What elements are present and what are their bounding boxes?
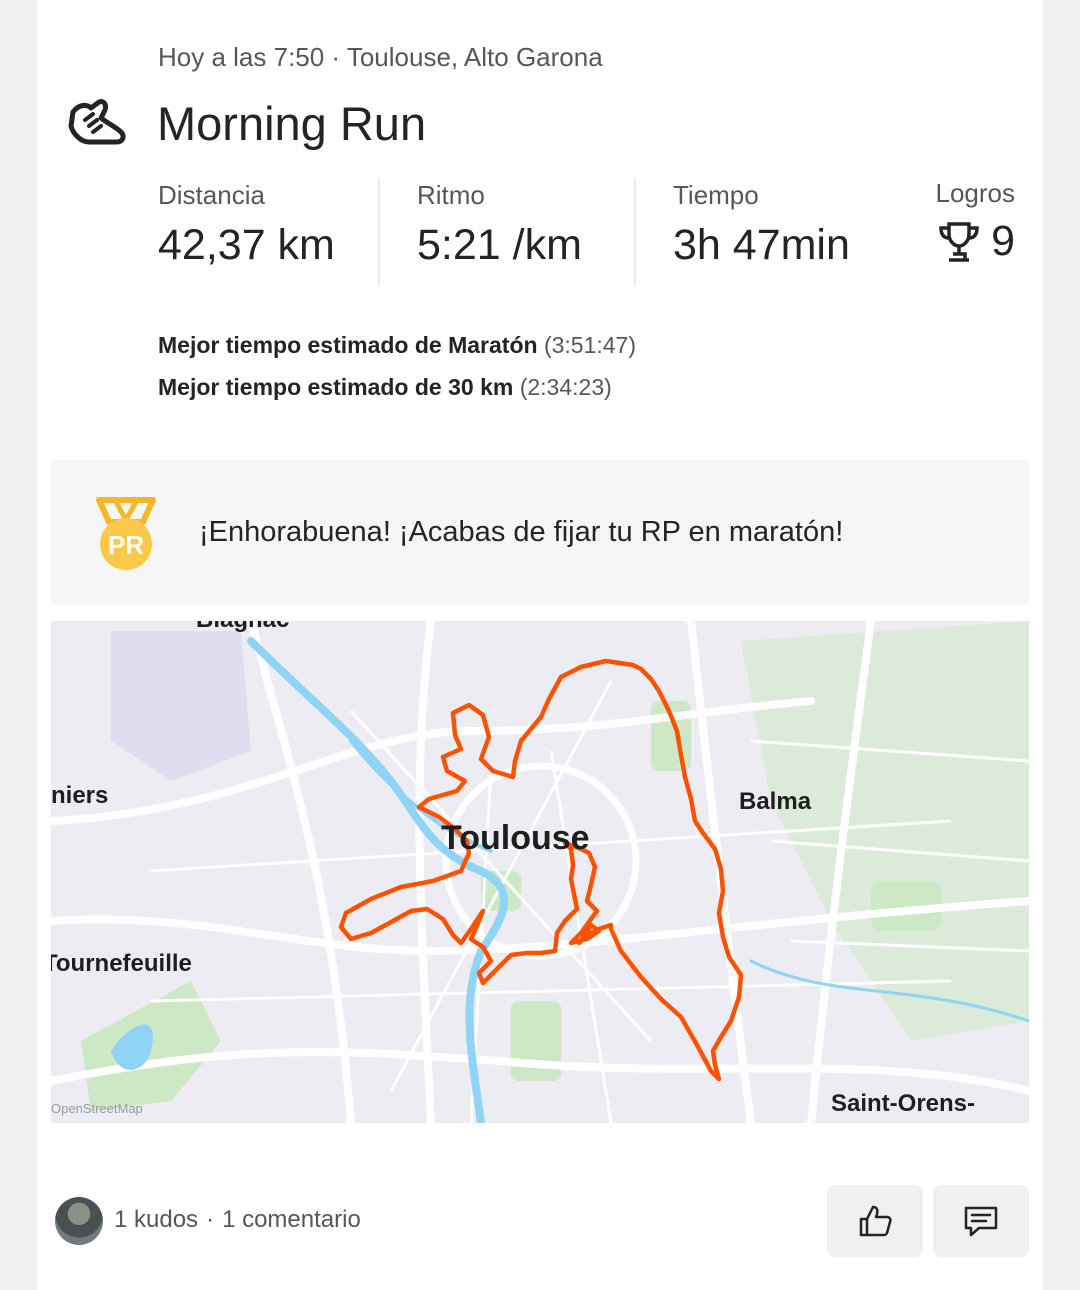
running-shoe-icon <box>68 99 126 145</box>
stat-pace: Ritmo 5:21 /km <box>417 180 582 270</box>
social-summary[interactable]: 1 kudos · 1 comentario <box>114 1206 361 1234</box>
map-label-city: Toulouse <box>441 819 590 857</box>
separator: · <box>206 1206 215 1233</box>
comment-icon <box>964 1206 998 1237</box>
map-label-southeast: Saint-Orens- <box>831 1090 975 1117</box>
route-map[interactable]: Blagnac niers Toulouse Balma Tournefeuil… <box>51 621 1029 1123</box>
kudos-button[interactable] <box>827 1185 923 1257</box>
activity-meta: Hoy a las 7:50 · Toulouse, Alto Garona <box>158 42 603 72</box>
best-effort-marathon: Mejor tiempo estimado de Maratón (3:51:4… <box>158 332 636 359</box>
map-label-north: Blagnac <box>196 621 289 633</box>
stat-divider <box>378 178 380 286</box>
stat-value: 3h 47min <box>673 221 850 269</box>
stat-value: 5:21 /km <box>417 221 582 269</box>
stat-label: Distancia <box>158 180 265 210</box>
map-label-west: Tournefeuille <box>51 950 192 977</box>
stat-achievements[interactable]: Logros 9 <box>936 178 1016 266</box>
comment-button[interactable] <box>933 1185 1029 1257</box>
map-label-west-top: niers <box>51 782 108 809</box>
pr-banner-text: ¡Enhorabuena! ¡Acabas de fijar tu RP en … <box>199 516 844 548</box>
map-label-east: Balma <box>739 788 812 815</box>
trophy-icon <box>939 221 979 262</box>
comment-count[interactable]: 1 comentario <box>222 1206 361 1233</box>
stat-time: Tiempo 3h 47min <box>673 180 850 270</box>
stat-divider <box>634 178 636 286</box>
stat-distance: Distancia 42,37 km <box>158 180 335 270</box>
achievements-label: Logros <box>935 178 1016 208</box>
kudos-count[interactable]: 1 kudos <box>114 1206 198 1233</box>
avatar[interactable] <box>55 1197 103 1245</box>
best-effort-time: (2:34:23) <box>519 374 612 400</box>
best-effort-label: Mejor tiempo estimado de 30 km <box>158 374 514 400</box>
achievements-count: 9 <box>991 217 1015 265</box>
activity-title[interactable]: Morning Run <box>157 96 426 151</box>
pr-banner[interactable]: PR ¡Enhorabuena! ¡Acabas de fijar tu RP … <box>51 460 1029 605</box>
thumbs-up-icon <box>859 1205 892 1237</box>
stat-label: Ritmo <box>417 180 485 210</box>
pr-badge-text: PR <box>108 530 144 560</box>
best-effort-label: Mejor tiempo estimado de Maratón <box>158 332 538 358</box>
pr-medal-icon: PR <box>96 497 156 570</box>
best-effort-30k: Mejor tiempo estimado de 30 km (2:34:23) <box>158 374 612 401</box>
stat-value: 42,37 km <box>158 221 335 269</box>
best-effort-time: (3:51:47) <box>543 332 637 358</box>
activity-card: Hoy a las 7:50 · Toulouse, Alto Garona M… <box>37 0 1043 1290</box>
stat-label: Tiempo <box>673 180 759 210</box>
map-attribution: OpenStreetMap <box>51 1101 143 1116</box>
